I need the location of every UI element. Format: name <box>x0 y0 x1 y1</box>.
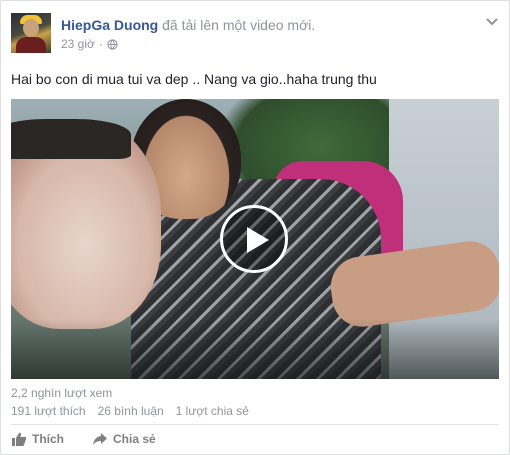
post-header: HiepGa Duong đã tải lên một video mới. 2… <box>11 13 501 61</box>
share-count-link[interactable]: 1 lượt chia sẻ <box>176 404 249 418</box>
avatar[interactable] <box>11 13 51 53</box>
play-icon <box>247 227 269 253</box>
avatar-body <box>16 37 46 53</box>
video-player[interactable] <box>11 99 499 379</box>
avatar-face <box>23 19 39 37</box>
author-line: HiepGa Duong đã tải lên một video mới. <box>61 17 315 33</box>
post-actions: Thích Chia sẻ <box>11 431 156 447</box>
engagement-stats: 191 lượt thích 26 bình luận 1 lượt chia … <box>11 404 249 418</box>
share-button-label: Chia sẻ <box>113 432 156 446</box>
view-count: 2,2 nghìn lượt xem <box>11 386 113 400</box>
author-action-text: đã tải lên một video mới. <box>162 17 316 33</box>
comment-count-link[interactable]: 26 bình luận <box>98 404 164 418</box>
feed-post-card: HiepGa Duong đã tải lên một video mới. 2… <box>0 0 510 455</box>
author-name-link[interactable]: HiepGa Duong <box>61 17 158 33</box>
share-button[interactable]: Chia sẻ <box>92 431 156 447</box>
play-button[interactable] <box>220 205 288 273</box>
post-meta: 23 giờ · <box>61 37 118 51</box>
chevron-down-icon[interactable] <box>485 15 499 29</box>
globe-icon[interactable] <box>107 38 118 50</box>
post-timestamp[interactable]: 23 giờ <box>61 37 95 51</box>
post-message: Hai bo con di mua tui va dep .. Nang va … <box>11 71 377 87</box>
like-button[interactable]: Thích <box>11 431 64 447</box>
like-count-link[interactable]: 191 lượt thích <box>11 404 86 418</box>
video-man-hair <box>11 119 131 159</box>
like-button-label: Thích <box>32 432 64 446</box>
share-arrow-icon <box>93 433 107 445</box>
video-shade <box>11 319 499 379</box>
video-man-face <box>11 119 161 329</box>
actions-divider <box>11 424 499 425</box>
thumbs-up-icon <box>12 432 27 446</box>
